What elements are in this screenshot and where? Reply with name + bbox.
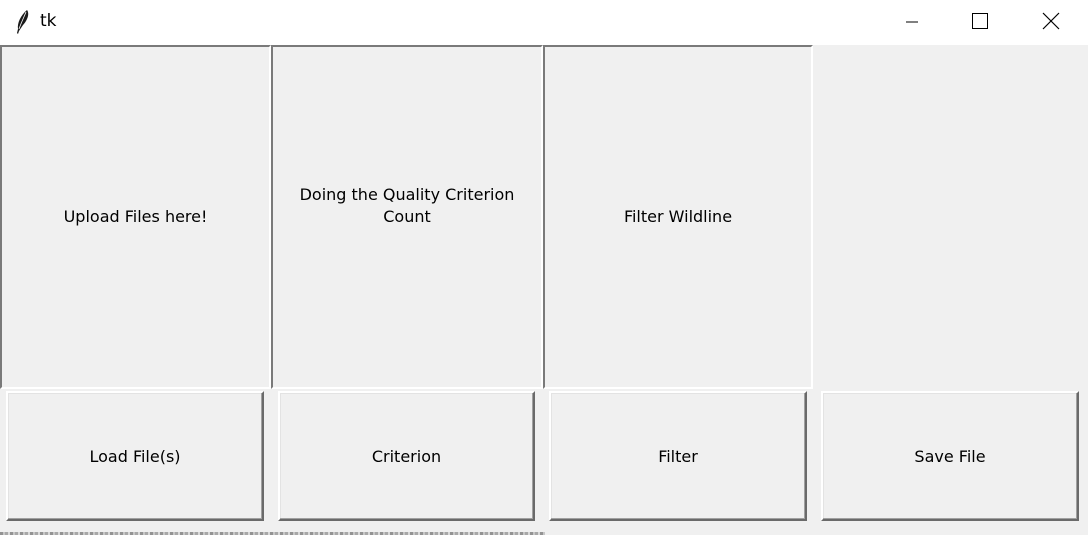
minimize-icon: [904, 13, 920, 33]
save-file-button[interactable]: Save File: [821, 391, 1079, 521]
maximize-icon: [971, 12, 989, 34]
save-panel: [813, 45, 1088, 389]
criterion-panel: Doing the Quality Criterion Count: [271, 45, 543, 389]
close-button[interactable]: [1017, 0, 1085, 45]
criterion-label: Doing the Quality Criterion Count: [299, 185, 515, 226]
upload-label: Upload Files here!: [63, 207, 208, 226]
filter-label: Filter Wildline: [623, 207, 733, 226]
maximize-button[interactable]: [946, 0, 1014, 45]
load-files-button[interactable]: Load File(s): [6, 391, 264, 521]
title-bar[interactable]: tk: [0, 0, 1088, 45]
upload-panel: Upload Files here!: [0, 45, 271, 389]
criterion-button[interactable]: Criterion: [278, 391, 535, 521]
close-icon: [1042, 12, 1060, 34]
filter-button[interactable]: Filter: [549, 391, 807, 521]
window-title: tk: [40, 11, 57, 31]
app-window: tk Upload Files here! Doing the Quality …: [0, 0, 1088, 535]
minimize-button[interactable]: [878, 0, 946, 45]
feather-icon: [15, 9, 31, 35]
filter-panel: Filter Wildline: [543, 45, 813, 389]
